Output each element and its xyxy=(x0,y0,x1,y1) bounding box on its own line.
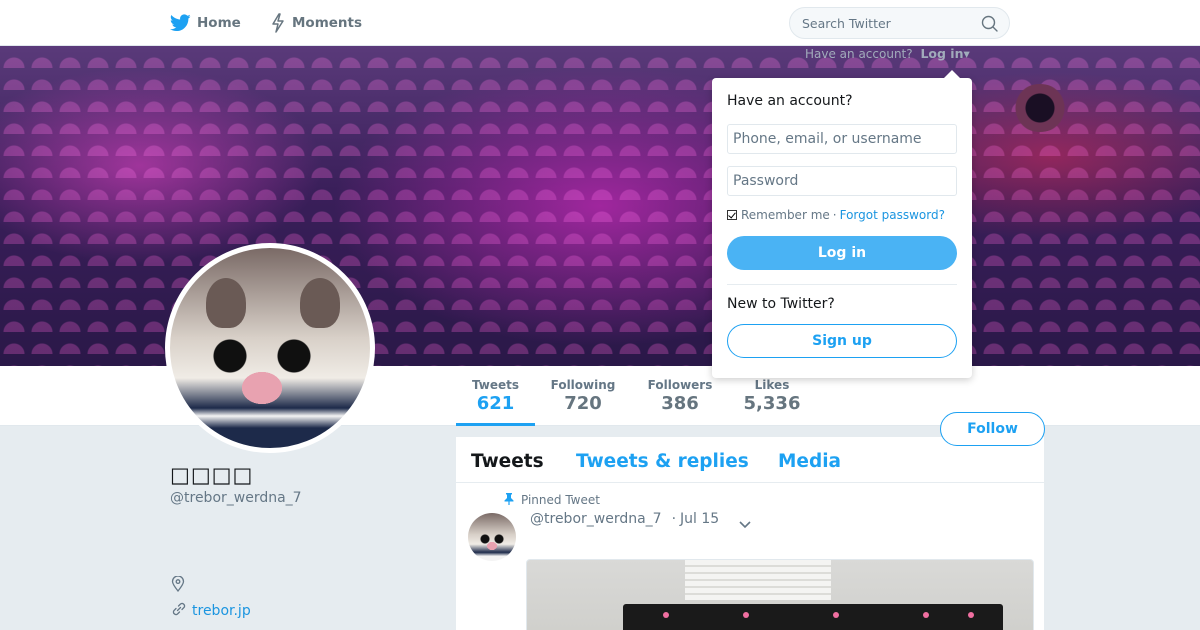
timeline: Tweets Tweets & replies Media Pinned Twe… xyxy=(456,437,1044,630)
media-blinds xyxy=(685,560,831,600)
stat-following[interactable]: Following 720 xyxy=(547,366,619,426)
nav-moments[interactable]: Moments xyxy=(270,12,362,34)
chevron-down-icon[interactable] xyxy=(738,515,752,534)
profile-url[interactable]: trebor.jp xyxy=(192,603,251,619)
top-nav: Home Moments xyxy=(0,0,1200,46)
profile-name[interactable]: □□□□ xyxy=(170,463,253,487)
stat-label: Tweets xyxy=(471,378,520,392)
divider xyxy=(727,284,957,285)
pinned-tweet-label: Pinned Tweet xyxy=(521,493,600,507)
nav-home[interactable]: Home xyxy=(170,12,241,34)
location-row xyxy=(171,575,185,596)
pin-icon xyxy=(503,492,515,508)
signup-button[interactable]: Sign up xyxy=(727,324,957,358)
profile-handle[interactable]: @trebor_werdna_7 xyxy=(170,490,302,506)
tab-media[interactable]: Media xyxy=(778,451,841,472)
remember-checkbox[interactable] xyxy=(727,210,737,220)
stat-value: 5,336 xyxy=(743,393,801,414)
map-pin-icon xyxy=(171,575,185,596)
tweet-separator: · xyxy=(671,511,677,527)
chalk-dot xyxy=(923,612,929,618)
stat-value: 621 xyxy=(476,393,515,414)
avatar[interactable] xyxy=(165,243,375,453)
url-row: trebor.jp xyxy=(171,601,251,621)
tweet-media-image[interactable] xyxy=(526,559,1034,630)
search-icon[interactable] xyxy=(981,15,998,35)
chalk-dot xyxy=(968,612,974,618)
login-dropdown: Have an account? Remember me · Forgot pa… xyxy=(712,70,972,378)
remember-row: Remember me · Forgot password? xyxy=(727,208,945,222)
remember-label[interactable]: Remember me xyxy=(741,208,830,222)
username-field[interactable] xyxy=(727,124,957,154)
tweet-date[interactable]: Jul 15 xyxy=(680,511,719,527)
login-link[interactable]: Log in▾ xyxy=(920,46,969,61)
stat-value: 386 xyxy=(661,393,699,414)
caret-down-icon: ▾ xyxy=(963,46,970,61)
stat-label: Likes xyxy=(754,378,790,392)
avatar-ear xyxy=(206,278,246,328)
nav-home-label: Home xyxy=(197,15,241,31)
twitter-bird-icon xyxy=(170,14,191,32)
stat-tweets[interactable]: Tweets 621 xyxy=(456,366,535,426)
pinned-tweet-context: Pinned Tweet xyxy=(503,492,600,508)
tweet-header: @trebor_werdna_7 · Jul 15 xyxy=(530,511,719,527)
stat-label: Following xyxy=(550,378,616,392)
nav-moments-label: Moments xyxy=(292,15,363,31)
chalk-dot xyxy=(743,612,749,618)
password-field[interactable] xyxy=(727,166,957,196)
tab-tweets[interactable]: Tweets xyxy=(471,451,544,472)
chalk-dot xyxy=(663,612,669,618)
login-hint-prompt: Have an account? xyxy=(805,47,913,61)
media-chalkboard xyxy=(623,604,1003,630)
separator-dot: · xyxy=(832,208,837,222)
login-dropdown-heading: Have an account? xyxy=(727,93,853,109)
dropdown-caret xyxy=(944,70,960,78)
new-to-twitter-label: New to Twitter? xyxy=(727,296,835,312)
banner-fish-eye xyxy=(1012,84,1068,132)
tweet-avatar[interactable] xyxy=(468,513,516,561)
login-hint: Have an account? Log in▾ xyxy=(805,46,970,61)
search-box xyxy=(789,7,1010,39)
stat-followers[interactable]: Followers 386 xyxy=(645,366,715,426)
stat-label: Followers xyxy=(647,378,713,392)
stat-value: 720 xyxy=(564,393,602,414)
avatar-ear xyxy=(300,278,340,328)
login-button[interactable]: Log in xyxy=(727,236,957,270)
search-input[interactable] xyxy=(802,15,972,31)
tweet-handle[interactable]: @trebor_werdna_7 xyxy=(530,511,662,527)
link-icon xyxy=(171,601,187,621)
forgot-password-link[interactable]: Forgot password? xyxy=(840,208,945,222)
chalk-dot xyxy=(833,612,839,618)
lightning-icon xyxy=(270,13,286,33)
follow-button[interactable]: Follow xyxy=(940,412,1045,446)
tab-tweets-and-replies[interactable]: Tweets & replies xyxy=(576,451,749,472)
